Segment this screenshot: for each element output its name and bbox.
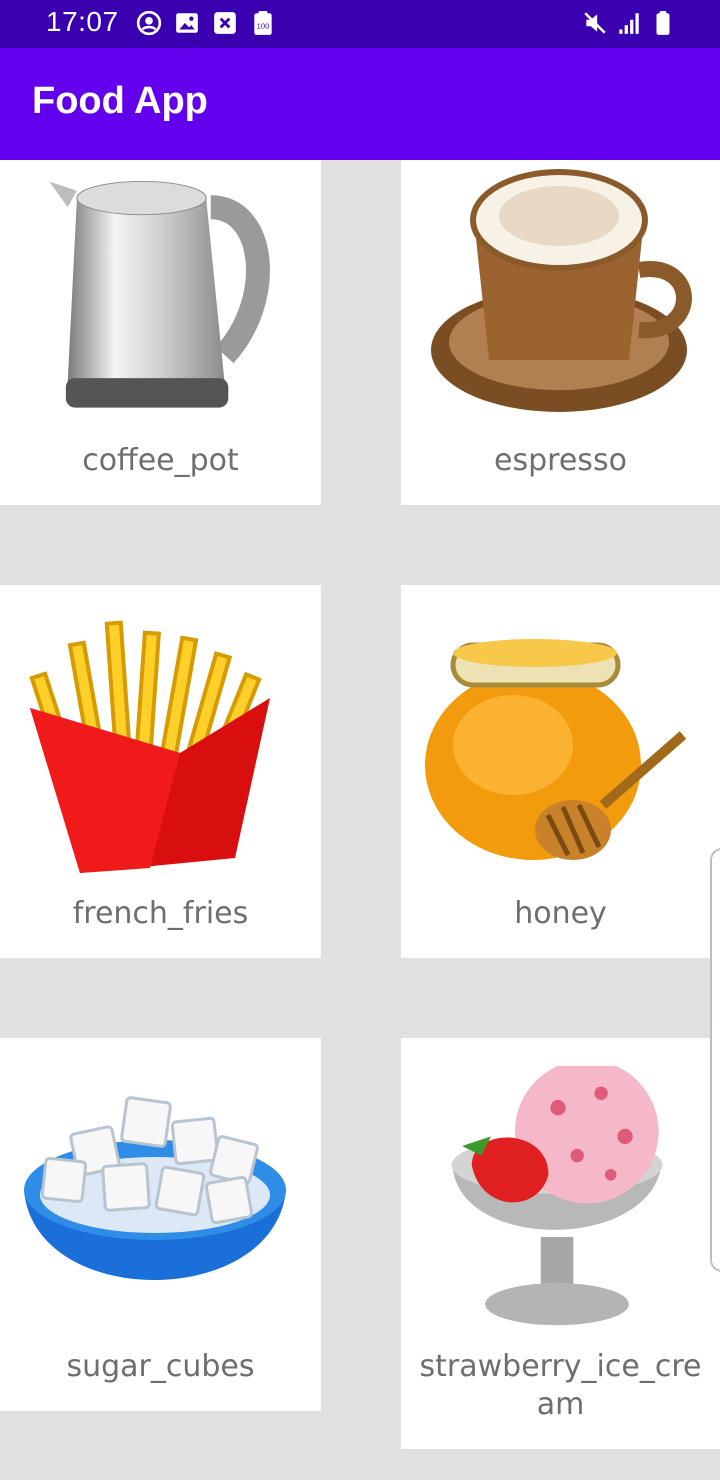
item-label: sugar_cubes <box>66 1349 255 1384</box>
app-bar: Food App <box>0 48 720 160</box>
item-label: strawberry_ice_cream <box>419 1349 702 1422</box>
ice-cream-icon <box>451 1066 663 1326</box>
honey-pot-icon <box>425 639 687 860</box>
scrollbar-handle[interactable] <box>710 848 720 1272</box>
image-icon <box>176 13 198 33</box>
grid-item-strawberry-ice-cream[interactable]: strawberry_ice_cream <box>401 1038 720 1449</box>
sugar-bowl-icon <box>24 1096 286 1280</box>
french-fries-icon <box>29 620 270 873</box>
item-label: french_fries <box>72 896 249 931</box>
grid-item-french-fries[interactable]: french_fries <box>0 585 321 958</box>
coffee-cup-icon <box>431 169 692 412</box>
svg-text:100: 100 <box>257 21 270 30</box>
mute-icon <box>584 12 606 34</box>
grid-item-espresso[interactable]: espresso <box>401 160 720 505</box>
grid-item-honey[interactable]: honey <box>401 585 720 958</box>
grid-item-sugar-cubes[interactable]: sugar_cubes <box>0 1038 321 1411</box>
account-circle-icon <box>136 10 162 36</box>
close-box-icon <box>214 12 236 34</box>
status-bar: 17:07 100 <box>0 0 720 48</box>
item-label: honey <box>514 896 607 931</box>
battery-100-icon: 100 <box>254 11 272 35</box>
status-time: 17:07 <box>46 6 119 37</box>
battery-icon <box>656 11 670 35</box>
grid-item-coffee-pot[interactable]: coffee_pot <box>0 160 321 505</box>
app-title: Food App <box>32 80 208 122</box>
item-label: espresso <box>494 443 627 478</box>
signal-icon <box>619 13 639 34</box>
item-label: coffee_pot <box>82 443 239 478</box>
kettle-icon <box>49 181 270 408</box>
